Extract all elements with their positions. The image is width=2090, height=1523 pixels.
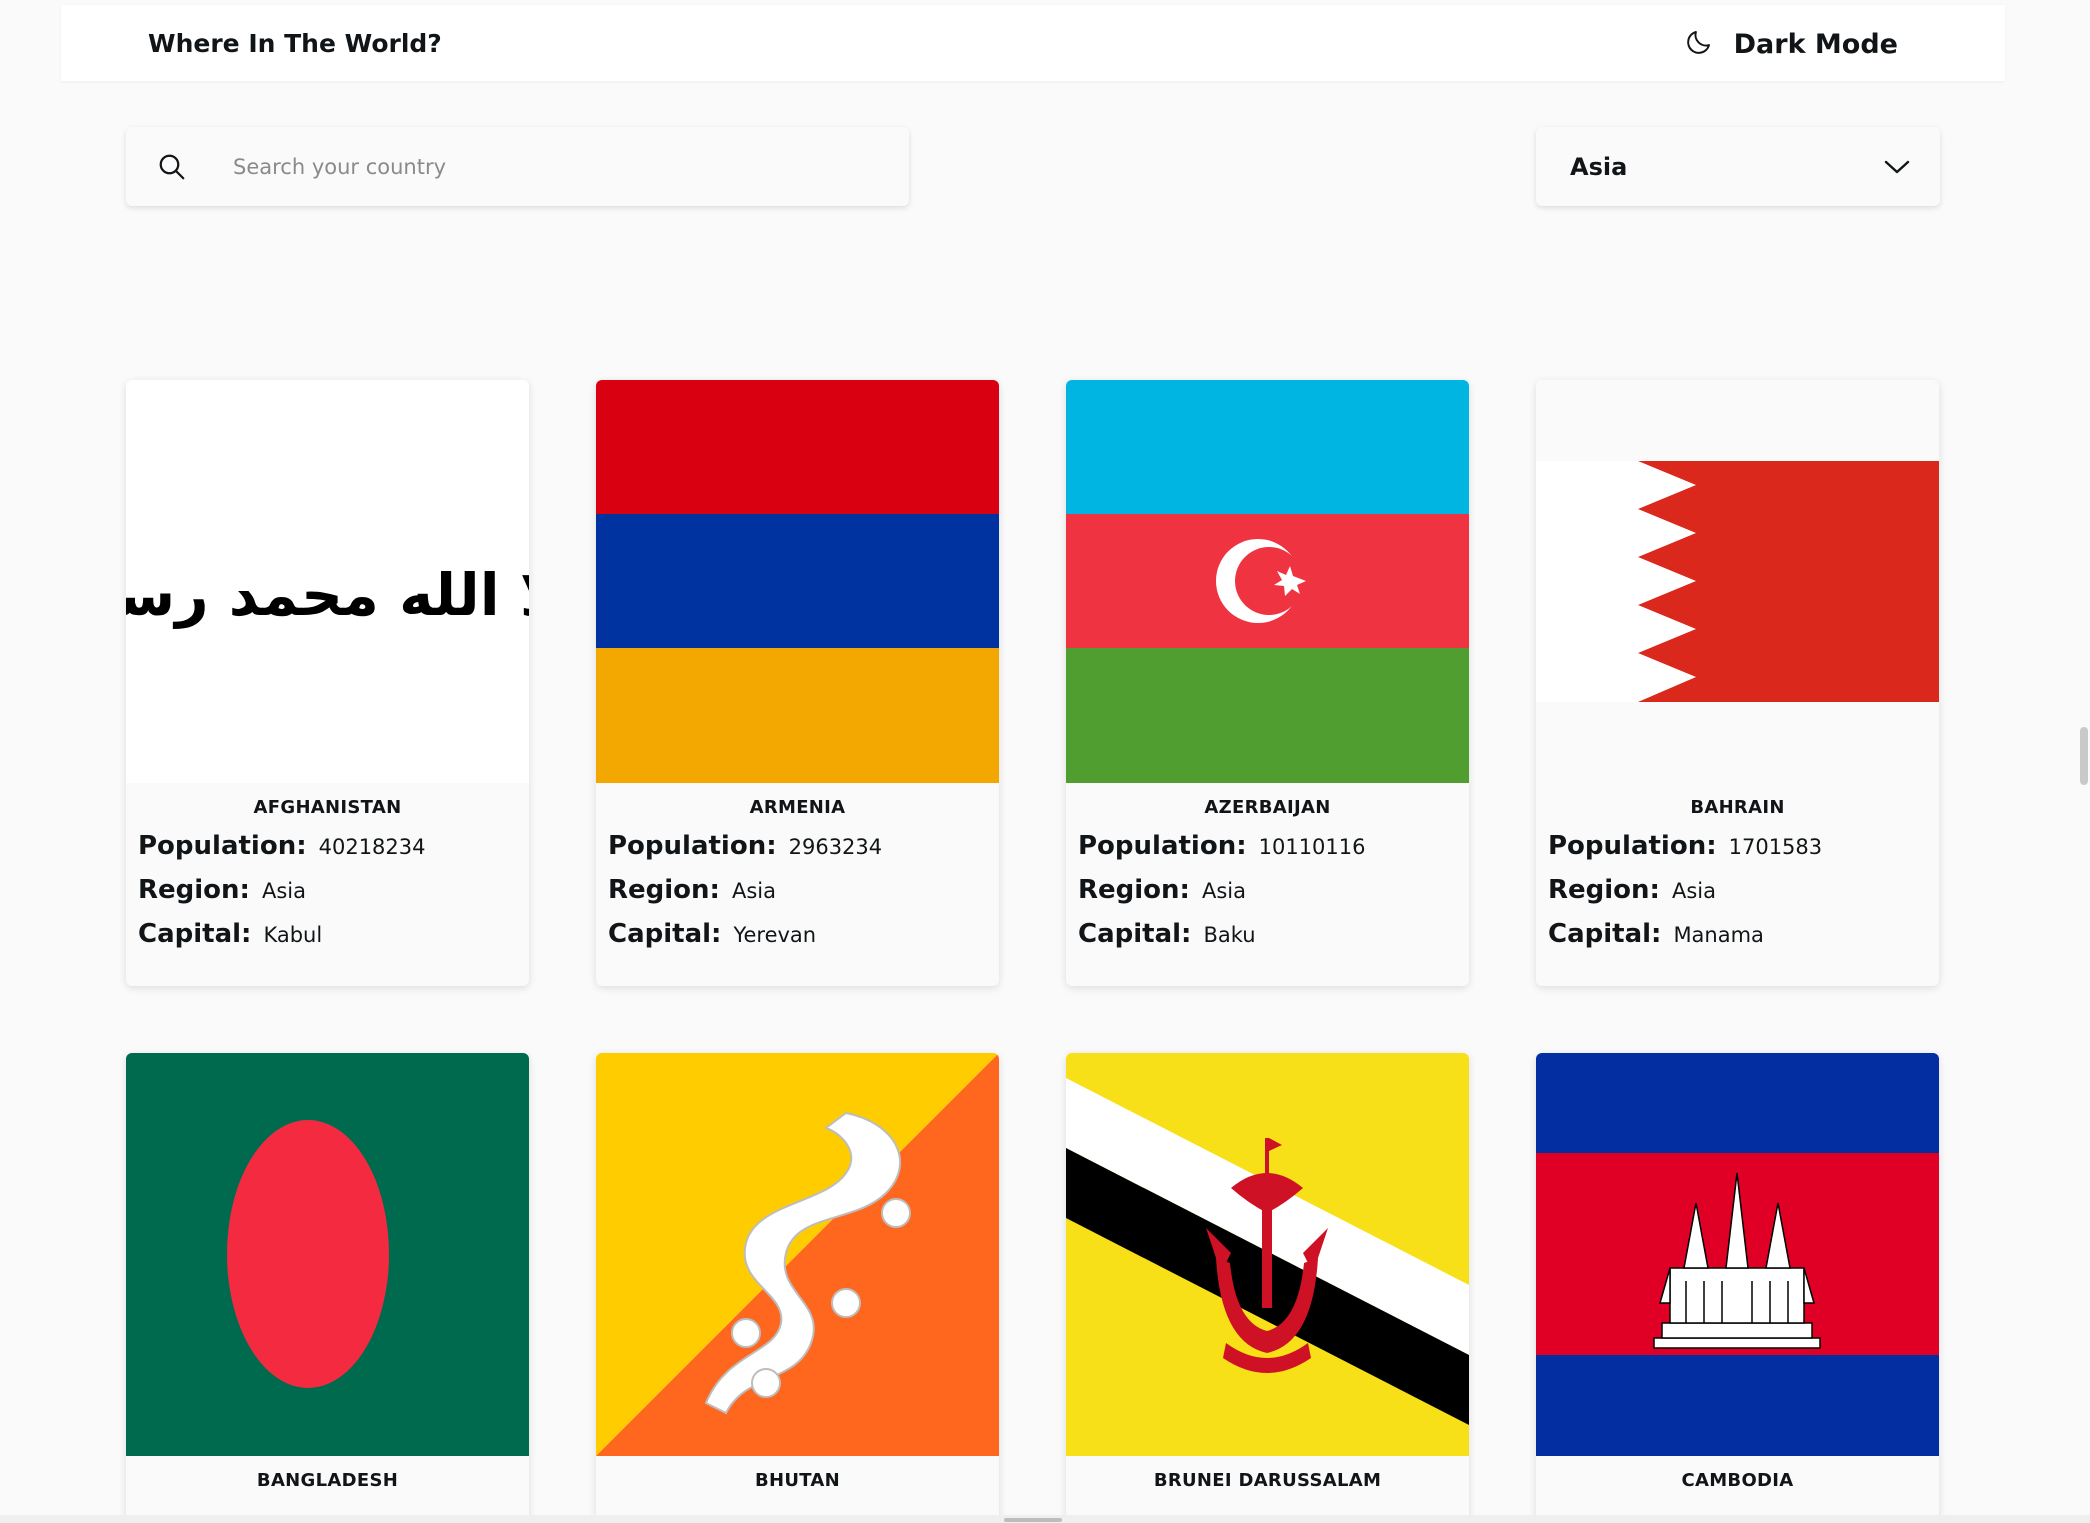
capital-label: Capital: (138, 919, 252, 949)
region-label: Region: (138, 875, 250, 905)
capital-value: Yerevan (733, 923, 817, 947)
country-card-brunei[interactable]: BRUNEI DARUSSALAM (1066, 1053, 1469, 1523)
country-card-afghanistan[interactable]: لا إله إلا الله محمد رسول الله AFGHANIST… (126, 380, 529, 986)
population-value: 1701583 (1728, 835, 1823, 859)
app-title: Where In The World? (148, 29, 442, 58)
capital-value: Baku (1203, 923, 1256, 947)
population-label: Population: (1548, 831, 1717, 861)
flag-bangladesh (126, 1053, 529, 1456)
top-header: Where In The World? Dark Mode (61, 5, 2005, 81)
region-value: Asia (1201, 879, 1246, 903)
country-name: ARMENIA (749, 797, 846, 818)
flag-armenia (596, 380, 999, 783)
flag-azerbaijan (1066, 380, 1469, 783)
flag-bhutan (596, 1053, 999, 1456)
country-name: CAMBODIA (1681, 1470, 1794, 1491)
flag-afghanistan-script: لا إله إلا الله محمد رسول الله (126, 561, 529, 630)
chevron-down-icon (1884, 159, 1910, 175)
country-name: BRUNEI DARUSSALAM (1153, 1470, 1382, 1491)
flag-afghanistan: لا إله إلا الله محمد رسول الله (126, 380, 529, 783)
country-name: BAHRAIN (1690, 797, 1785, 818)
country-card-azerbaijan[interactable]: AZERBAIJAN Population: 10110116 Region: As… (1066, 380, 1469, 986)
flag-bahrain (1536, 380, 1939, 783)
country-name: BHUTAN (754, 1470, 841, 1491)
search-input[interactable] (231, 153, 835, 180)
population-value: 10110116 (1258, 835, 1366, 859)
country-name: BANGLADESH (256, 1470, 399, 1491)
population-label: Population: (138, 831, 307, 861)
region-filter-select[interactable]: Asia (1536, 127, 1940, 206)
capital-label: Capital: (1078, 919, 1192, 949)
capital-label: Capital: (1548, 919, 1662, 949)
search-icon (157, 151, 189, 183)
region-value: Asia (261, 879, 306, 903)
dark-mode-label: Dark Mode (1733, 28, 1898, 60)
region-value: Asia (731, 879, 776, 903)
country-card-armenia[interactable]: ARMENIA Population: 2963234 Region: Asia C… (596, 380, 999, 986)
bottom-scrollbar-handle[interactable] (1004, 1518, 1062, 1522)
region-label: Region: (608, 875, 720, 905)
capital-value: Manama (1673, 923, 1764, 947)
region-label: Region: (1548, 875, 1660, 905)
country-card-cambodia[interactable]: CAMBODIA (1536, 1053, 1939, 1523)
flag-cambodia (1536, 1053, 1939, 1456)
population-value: 40218234 (318, 835, 426, 859)
capital-label: Capital: (608, 919, 722, 949)
search-box (126, 127, 909, 206)
country-card-bangladesh[interactable]: BANGLADESH (126, 1053, 529, 1523)
country-name: AZERBAIJAN (1204, 797, 1331, 818)
region-label: Region: (1078, 875, 1190, 905)
country-card-bhutan[interactable]: BHUTAN (596, 1053, 999, 1523)
moon-icon (1684, 27, 1714, 61)
dark-mode-toggle[interactable]: Dark Mode (1684, 25, 1898, 63)
population-label: Population: (1078, 831, 1247, 861)
region-filter-value: Asia (1570, 152, 1628, 181)
flag-brunei (1066, 1053, 1469, 1456)
country-card-bahrain[interactable]: BAHRAIN Population: 1701583 Region: Asia C… (1536, 380, 1939, 986)
population-label: Population: (608, 831, 777, 861)
capital-value: Kabul (263, 923, 323, 947)
region-value: Asia (1671, 879, 1716, 903)
side-scrollbar-handle[interactable] (2080, 727, 2088, 785)
country-name: AFGHANISTAN (253, 797, 402, 818)
population-value: 2963234 (788, 835, 883, 859)
